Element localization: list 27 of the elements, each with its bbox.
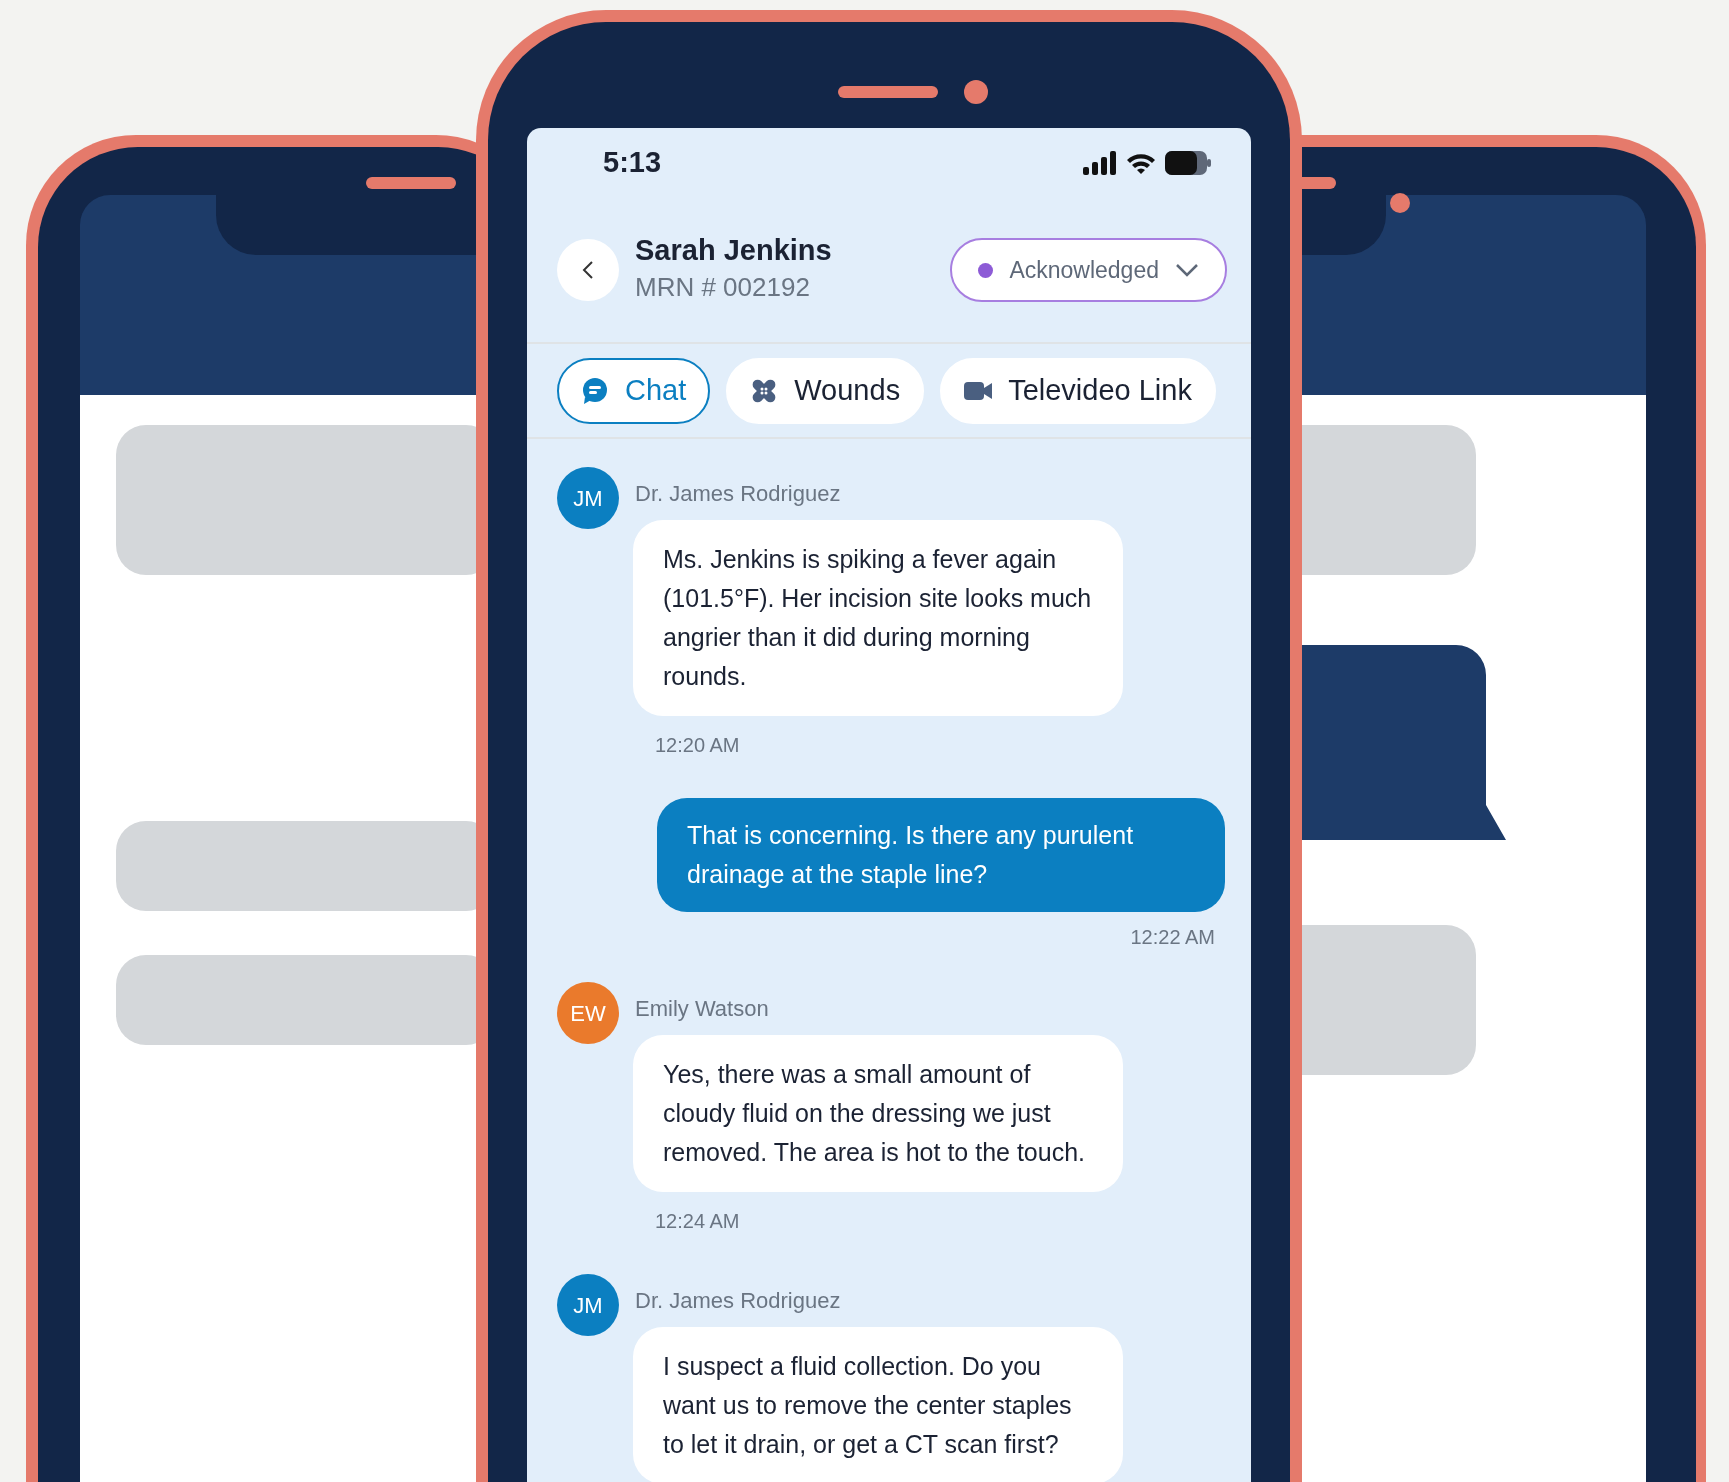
message-time: 12:20 AM — [655, 733, 741, 758]
avatar: EW — [557, 982, 619, 1044]
back-icon — [582, 260, 594, 280]
avatar: JM — [557, 467, 619, 529]
message-time: 12:22 AM — [1130, 925, 1215, 950]
patient-mrn: MRN # 002192 — [635, 270, 811, 304]
message-bubble: Ms. Jenkins is spiking a fever again (101.5°F). Her incision site looks much angrier than it did during morning rounds. — [633, 520, 1123, 716]
chevron-icon — [1175, 263, 1199, 277]
signal-icon — [1083, 151, 1117, 175]
tab[interactable]: Wounds — [726, 357, 925, 424]
message-bubble: Yes, there was a small amount of cloudy fluid on the dressing we just removed. The area is hot to the touch. — [633, 1035, 1123, 1192]
patient-name: Sarah Jenkins — [635, 233, 832, 268]
message-time: 12:24 AM — [655, 1209, 741, 1234]
tab[interactable]: Televideo Link — [940, 357, 1216, 424]
clock-time: 5:13 — [603, 145, 662, 181]
sender-name: Dr. James Rodriguez — [635, 480, 842, 508]
status-dot — [978, 262, 994, 278]
message-bubble: I suspect a fluid collection. Do you want us to remove the center staples to let it drain, or get a CT scan first? — [633, 1327, 1123, 1482]
sender-name: Dr. James Rodriguez — [635, 1287, 842, 1315]
status-dropdown[interactable]: Acknowledged — [950, 238, 1227, 302]
chat-bubble-icon — [581, 376, 609, 405]
message-bubble: That is concerning. Is there any purulent drainage at the staple line? — [657, 798, 1225, 912]
tab[interactable]: Chat — [557, 357, 711, 424]
avatar: JM — [557, 1274, 619, 1336]
wifi-icon — [1125, 151, 1157, 175]
sender-name: Emily Watson — [635, 995, 770, 1023]
battery-icon — [1165, 151, 1211, 175]
